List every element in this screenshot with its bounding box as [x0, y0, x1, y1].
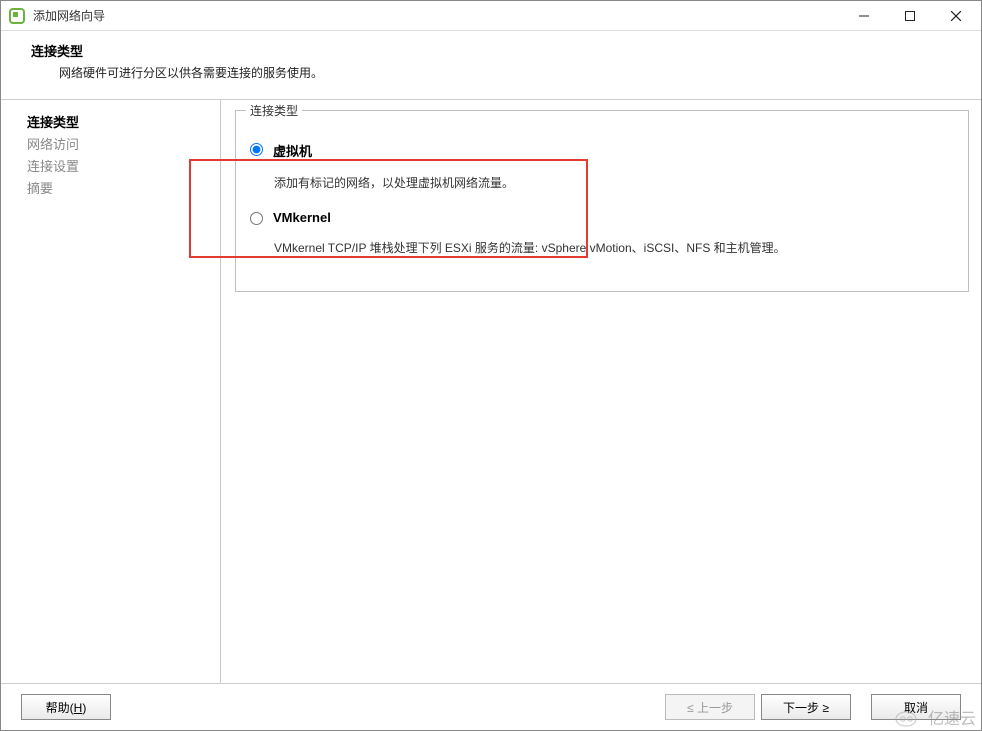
window-title: 添加网络向导 — [33, 7, 841, 24]
connection-type-group: 连接类型 虚拟机 添加有标记的网络，以处理虚拟机网络流量。 VMkernel V… — [235, 110, 969, 292]
app-icon — [9, 8, 25, 24]
help-button[interactable]: 帮助(H) — [21, 694, 111, 720]
wizard-header: 连接类型 网络硬件可进行分区以供各需要连接的服务使用。 — [1, 31, 981, 100]
option-vm-row[interactable]: 虚拟机 — [250, 139, 954, 166]
wizard-footer: 帮助(H) ≤ 上一步 下一步 ≥ 取消 — [1, 683, 981, 730]
option-vm-radio[interactable] — [250, 143, 263, 156]
wizard-steps-sidebar: 连接类型 网络访问 连接设置 摘要 — [1, 100, 221, 683]
maximize-button[interactable] — [887, 2, 933, 30]
close-button[interactable] — [933, 2, 979, 30]
option-vm-desc: 添加有标记的网络，以处理虚拟机网络流量。 — [274, 174, 954, 192]
page-title: 连接类型 — [31, 41, 961, 60]
step-connection-type[interactable]: 连接类型 — [27, 112, 210, 134]
minimize-button[interactable] — [841, 2, 887, 30]
back-button[interactable]: ≤ 上一步 — [665, 694, 755, 720]
option-vmkernel-row[interactable]: VMkernel — [250, 208, 954, 231]
window-controls — [841, 2, 979, 30]
dialog-window: 添加网络向导 连接类型 网络硬件可进行分区以供各需要连接的服务使用。 连接类型 … — [0, 0, 982, 731]
option-vm-label: 虚拟机 — [273, 141, 312, 160]
titlebar: 添加网络向导 — [1, 1, 981, 31]
option-vmkernel-label: VMkernel — [273, 210, 331, 225]
step-summary[interactable]: 摘要 — [27, 178, 210, 200]
option-vmkernel-radio[interactable] — [250, 212, 263, 225]
step-network-access[interactable]: 网络访问 — [27, 134, 210, 156]
cancel-button[interactable]: 取消 — [871, 694, 961, 720]
page-subtitle: 网络硬件可进行分区以供各需要连接的服务使用。 — [31, 64, 961, 81]
option-vmkernel-desc: VMkernel TCP/IP 堆栈处理下列 ESXi 服务的流量: vSphe… — [274, 239, 954, 257]
wizard-content: 连接类型 虚拟机 添加有标记的网络，以处理虚拟机网络流量。 VMkernel V… — [221, 100, 981, 683]
next-button[interactable]: 下一步 ≥ — [761, 694, 851, 720]
group-legend: 连接类型 — [246, 102, 302, 119]
step-connection-settings[interactable]: 连接设置 — [27, 156, 210, 178]
wizard-body: 连接类型 网络访问 连接设置 摘要 连接类型 虚拟机 添加有标记的网络，以处理虚… — [1, 100, 981, 683]
